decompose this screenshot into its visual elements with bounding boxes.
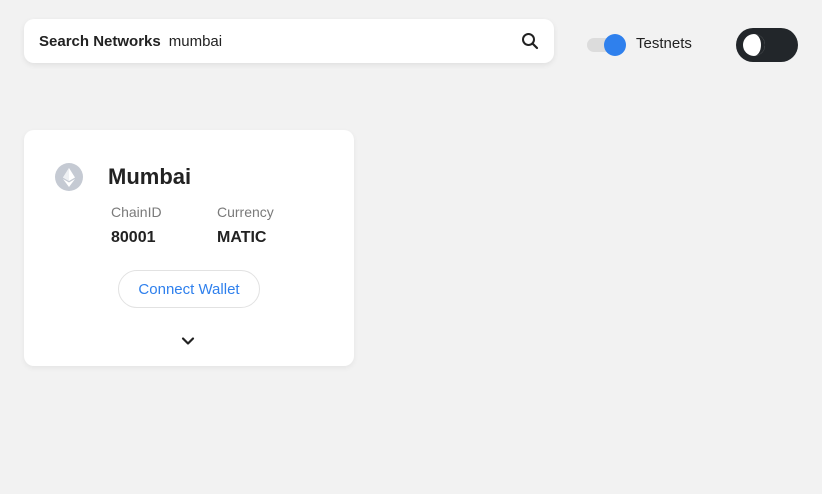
search-bar[interactable]: Search Networks <box>24 19 554 63</box>
network-name: Mumbai <box>108 164 192 189</box>
search-input[interactable] <box>168 32 520 50</box>
testnets-label: Testnets <box>636 35 692 52</box>
chevron-down-icon[interactable] <box>179 332 197 350</box>
currency-label: Currency <box>217 204 274 220</box>
chain-id-value: 80001 <box>111 229 156 246</box>
chain-id-label: ChainID <box>111 204 162 220</box>
ethereum-icon <box>55 163 83 191</box>
moon-icon <box>743 34 765 56</box>
network-card: Mumbai ChainID 80001 Currency MATIC Conn… <box>24 130 354 366</box>
testnets-toggle[interactable] <box>587 33 627 57</box>
connect-wallet-button[interactable]: Connect Wallet <box>118 270 260 308</box>
search-icon[interactable] <box>520 31 540 51</box>
theme-toggle[interactable] <box>736 28 798 62</box>
currency-value: MATIC <box>217 229 267 246</box>
toggle-knob <box>604 34 626 56</box>
search-label: Search Networks <box>39 32 161 50</box>
